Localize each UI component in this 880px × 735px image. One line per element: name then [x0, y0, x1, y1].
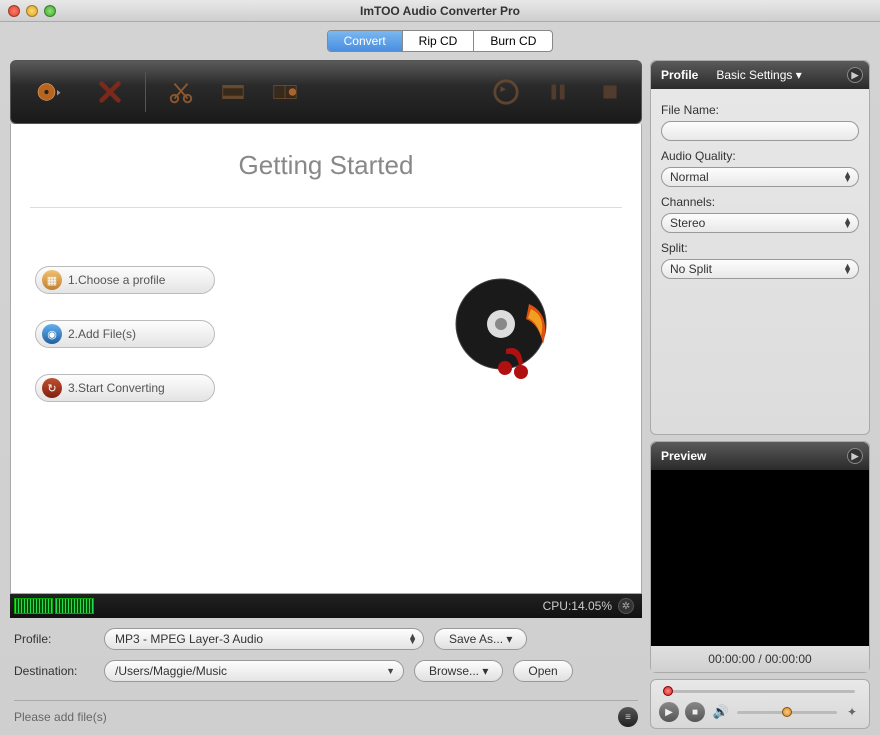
destination-value: /Users/Maggie/Music	[115, 664, 227, 678]
clip-button[interactable]	[216, 75, 250, 109]
main-content: Getting Started ▦ 1.Choose a profile ◉ 2.A…	[10, 124, 642, 594]
merge-button[interactable]	[268, 75, 302, 109]
window-title: ImTOO Audio Converter Pro	[0, 4, 880, 18]
destination-label: Destination:	[14, 664, 94, 678]
cpu-row: CPU:14.05% ✲	[10, 594, 642, 618]
disc-artwork	[451, 274, 561, 389]
profile-select[interactable]: MP3 - MPEG Layer-3 Audio ▲▼	[104, 628, 424, 650]
open-button[interactable]: Open	[513, 660, 572, 682]
step-choose-profile[interactable]: ▦ 1.Choose a profile	[35, 266, 215, 294]
filename-label: File Name:	[661, 103, 859, 117]
cpu-label: CPU:14.05%	[543, 599, 612, 613]
convert-start-button[interactable]	[489, 75, 523, 109]
split-select[interactable]: No Split▲▼	[661, 259, 859, 279]
seek-thumb[interactable]	[663, 686, 673, 696]
titlebar: ImTOO Audio Converter Pro	[0, 0, 880, 22]
step-label: 1.Choose a profile	[68, 273, 165, 287]
profile-value: MP3 - MPEG Layer-3 Audio	[115, 632, 263, 646]
volume-slider[interactable]	[737, 707, 837, 717]
seek-slider[interactable]	[659, 686, 861, 696]
volume-thumb[interactable]	[782, 707, 792, 717]
updown-icon: ▲▼	[408, 634, 417, 644]
add-source-button[interactable]	[25, 75, 75, 109]
step-label: 3.Start Converting	[68, 381, 165, 395]
updown-icon: ▲▼	[843, 218, 852, 228]
stop-playback-button[interactable]: ■	[685, 702, 705, 722]
preview-title: Preview	[661, 449, 706, 463]
remove-button[interactable]	[93, 75, 127, 109]
preview-panel: Preview ▶ 00:00:00 / 00:00:00	[650, 441, 870, 673]
mode-tabs: Convert Rip CD Burn CD	[327, 30, 554, 52]
tab-rip-cd[interactable]: Rip CD	[403, 31, 475, 51]
status-extra-button[interactable]: ≡	[618, 707, 638, 727]
status-message: Please add file(s)	[14, 710, 107, 724]
tab-burn-cd[interactable]: Burn CD	[474, 31, 552, 51]
cpu-settings-button[interactable]: ✲	[618, 598, 634, 614]
profile-label: Profile:	[14, 632, 94, 646]
settings-panel: Profile Basic Settings ▾ ▶ File Name: Au…	[650, 60, 870, 435]
play-button[interactable]: ▶	[659, 702, 679, 722]
chevron-down-icon: ▼	[386, 666, 395, 676]
settings-tab-basic[interactable]: Basic Settings ▾	[716, 68, 801, 82]
channels-label: Channels:	[661, 195, 859, 209]
updown-icon: ▲▼	[843, 172, 852, 182]
preview-viewport	[651, 470, 869, 646]
divider	[30, 207, 622, 208]
split-label: Split:	[661, 241, 859, 255]
add-step-icon: ◉	[42, 324, 62, 344]
playback-bar: ▶ ■ 🔊 ✦	[650, 679, 870, 729]
start-step-icon: ↻	[42, 378, 62, 398]
save-as-button[interactable]: Save As... ▾	[434, 628, 527, 650]
settings-collapse-button[interactable]: ▶	[847, 67, 863, 83]
stop-button[interactable]	[593, 75, 627, 109]
step-add-files[interactable]: ◉ 2.Add File(s)	[35, 320, 215, 348]
quality-label: Audio Quality:	[661, 149, 859, 163]
cpu-visualizer	[14, 598, 94, 614]
toolbar	[10, 60, 642, 124]
updown-icon: ▲▼	[843, 264, 852, 274]
browse-button[interactable]: Browse... ▾	[414, 660, 503, 682]
getting-started-heading: Getting Started	[239, 150, 414, 181]
step-label: 2.Add File(s)	[68, 327, 136, 341]
channels-select[interactable]: Stereo▲▼	[661, 213, 859, 233]
quality-select[interactable]: Normal▲▼	[661, 167, 859, 187]
preview-collapse-button[interactable]: ▶	[847, 448, 863, 464]
volume-icon: 🔊	[711, 702, 731, 722]
step-start-converting[interactable]: ↻ 3.Start Converting	[35, 374, 215, 402]
snapshot-button[interactable]: ✦	[843, 703, 861, 721]
profile-step-icon: ▦	[42, 270, 62, 290]
tab-convert[interactable]: Convert	[328, 31, 403, 51]
preview-timecode: 00:00:00 / 00:00:00	[651, 646, 869, 672]
settings-tab-profile[interactable]: Profile	[661, 68, 698, 82]
destination-select[interactable]: /Users/Maggie/Music ▼	[104, 660, 404, 682]
pause-button[interactable]	[541, 75, 575, 109]
cut-button[interactable]	[164, 75, 198, 109]
filename-field[interactable]	[661, 121, 859, 141]
